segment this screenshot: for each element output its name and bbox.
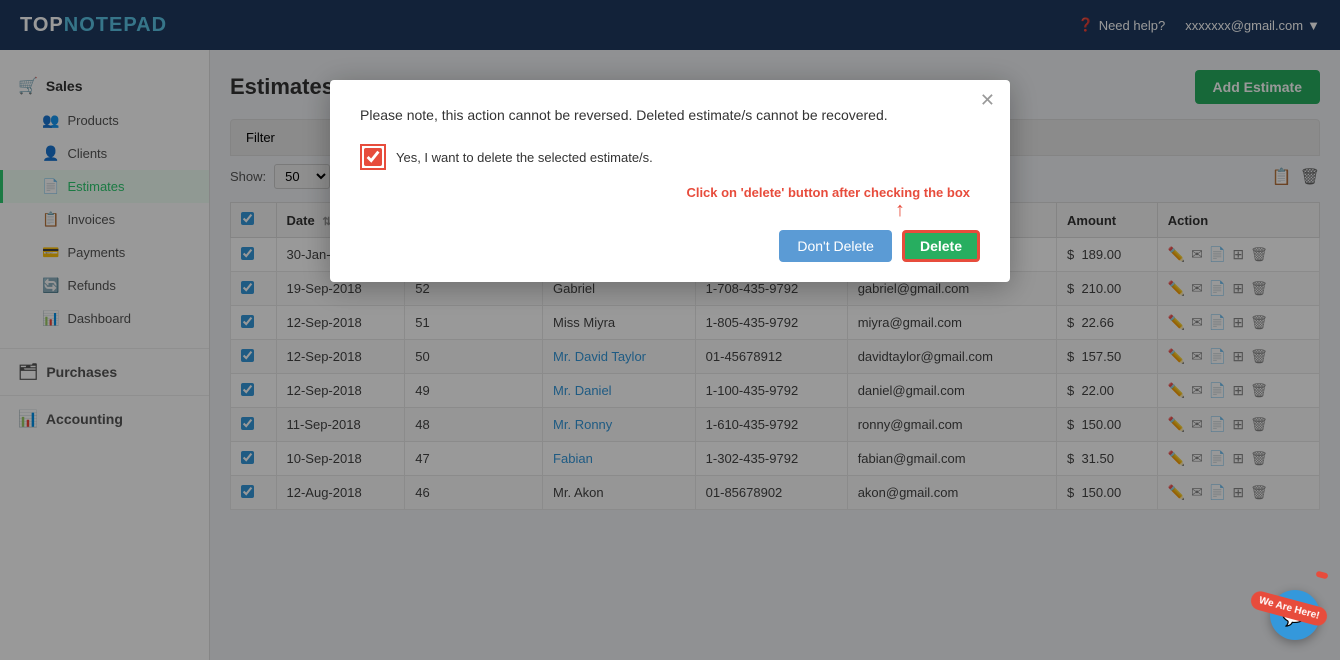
modal: ✕ Please note, this action cannot be rev… bbox=[330, 80, 1010, 282]
modal-annotation: Click on 'delete' button after checking … bbox=[686, 185, 970, 200]
modal-buttons: Don't Delete Delete bbox=[360, 230, 980, 262]
modal-message: Please note, this action cannot be rever… bbox=[360, 105, 980, 126]
confirm-checkbox[interactable] bbox=[364, 148, 382, 166]
annotation-arrow: ↑ bbox=[666, 200, 905, 220]
modal-checkbox-row: Yes, I want to delete the selected estim… bbox=[360, 144, 980, 170]
dont-delete-button[interactable]: Don't Delete bbox=[779, 230, 892, 262]
modal-overlay: ✕ Please note, this action cannot be rev… bbox=[0, 0, 1340, 660]
checkbox-label: Yes, I want to delete the selected estim… bbox=[396, 150, 653, 165]
delete-button[interactable]: Delete bbox=[902, 230, 980, 262]
modal-close-button[interactable]: ✕ bbox=[980, 90, 995, 111]
confirm-checkbox-wrapper[interactable] bbox=[360, 144, 386, 170]
